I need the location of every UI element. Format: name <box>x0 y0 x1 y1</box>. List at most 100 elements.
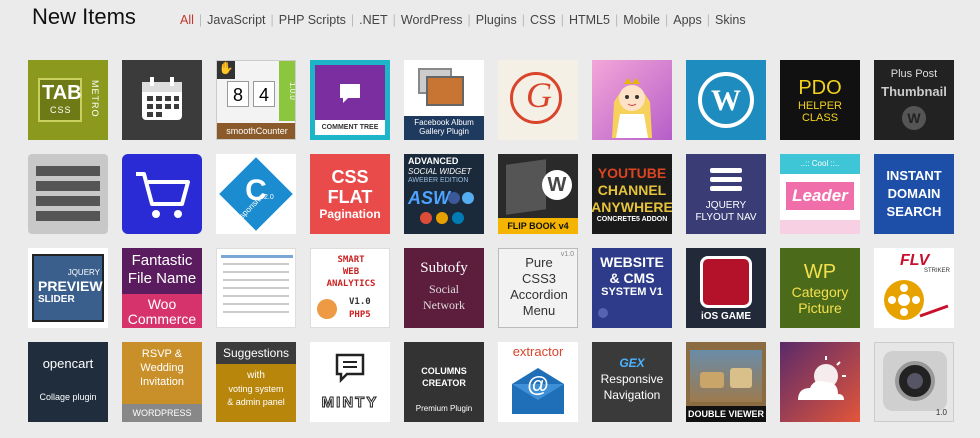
filter-separator: | <box>521 13 525 27</box>
rss-icon <box>436 212 448 224</box>
social-line1: ADVANCED <box>408 156 459 166</box>
item-list-menu[interactable] <box>28 154 108 234</box>
purecss-line1: Pure <box>525 255 553 270</box>
gex-line1: GEX <box>619 356 645 370</box>
g-glyph: G <box>526 75 552 115</box>
filter-javascript[interactable]: JavaScript <box>207 13 265 27</box>
facebook-icon <box>448 192 460 204</box>
filter-separator: | <box>706 13 711 27</box>
tab-label: TAB <box>42 82 82 104</box>
item-website-cms-system[interactable]: WEBSITE & CMS SYSTEM V1 <box>592 248 672 328</box>
item-advanced-social-widget[interactable]: ADVANCED SOCIAL WIDGET AWEBER EDITION AS… <box>404 154 484 234</box>
item-pdo-helper-class[interactable]: PDO HELPER CLASS <box>780 60 860 140</box>
metro-label: METRO <box>90 80 100 118</box>
filter-css[interactable]: CSS <box>530 13 556 27</box>
flyout-line1: JQUERY <box>705 200 747 211</box>
calendar-icon <box>142 77 182 120</box>
item-css-flat-pagination[interactable]: CSS FLAT Pagination <box>310 154 390 234</box>
item-columns-creator[interactable]: COLUMNS CREATOR Premium Plugin <box>404 342 484 422</box>
item-double-viewer[interactable]: DOUBLE VIEWER <box>686 342 766 422</box>
item-shopping-cart[interactable] <box>122 154 202 234</box>
gex-line3: Navigation <box>603 388 661 402</box>
item-youtube-channel-anywhere[interactable]: YOUTUBE CHANNEL ANYWHERE CONCRETE5 ADDON <box>592 154 672 234</box>
item-pure-css3-accordion[interactable]: v1.0 Pure CSS3 Accordion Menu <box>498 248 578 328</box>
item-plus-post-thumbnail[interactable]: Plus Post Thumbnail W <box>874 60 954 140</box>
fb-album-line1: Facebook Album <box>414 118 474 127</box>
flyout-line2: FLYOUT NAV <box>695 212 757 223</box>
at-symbol: @ <box>527 372 549 397</box>
item-gex-responsive-navigation[interactable]: GEX Responsive Navigation <box>592 342 672 422</box>
item-extractor[interactable]: extractor @ <box>498 342 578 422</box>
category-filter-bar: All | JavaScript | PHP Scripts | .NET | WordPres… <box>180 13 746 27</box>
filter-net[interactable]: .NET <box>359 13 387 27</box>
item-flv-striker[interactable]: FLV STRIKER <box>874 248 954 328</box>
pie-chart-icon <box>317 299 337 319</box>
item-jquery-preview-slider[interactable]: JQUERY PREVIEW SLIDER <box>28 248 108 328</box>
instant-line1: INSTANT <box>886 168 942 183</box>
filter-all[interactable]: All <box>180 13 194 27</box>
filter-separator: | <box>198 13 203 27</box>
item-opencart-collage[interactable]: opencart Collage plugin <box>28 342 108 422</box>
item-wordpress[interactable]: W <box>686 60 766 140</box>
item-princess[interactable] <box>592 60 672 140</box>
gex-line2: Responsive <box>600 372 664 386</box>
filter-mobile[interactable]: Mobile <box>623 13 660 27</box>
wpcat-line3: Picture <box>798 299 842 316</box>
item-jquery-flyout-nav[interactable]: JQUERY FLYOUT NAV <box>686 154 766 234</box>
columns-line1: COLUMNS <box>421 366 467 376</box>
filter-wordpress[interactable]: WordPress <box>401 13 463 27</box>
item-smooth-counter[interactable]: ✋ 8 4 1.0.0 smoothCounter <box>216 60 296 140</box>
item-instant-domain-search[interactable]: INSTANT DOMAIN SEARCH <box>874 154 954 234</box>
filter-apps[interactable]: Apps <box>673 13 702 27</box>
filter-separator: | <box>560 13 564 27</box>
gear-icon <box>598 308 608 318</box>
leader-word: Leader <box>786 182 854 210</box>
double-label: DOUBLE VIEWER <box>686 406 766 422</box>
hand-icon: ✋ <box>217 61 235 79</box>
filter-php-scripts[interactable]: PHP Scripts <box>279 13 346 27</box>
youtube-line2: CHANNEL <box>597 182 667 198</box>
item-suggestions-voting[interactable]: Suggestions with voting system & admin p… <box>216 342 296 422</box>
filter-skins[interactable]: Skins <box>715 13 746 27</box>
version-ribbon: 1.0.0 <box>279 61 295 121</box>
item-flip-book[interactable]: W FLIP BOOK v4 <box>498 154 578 234</box>
header: New Items <box>32 4 136 34</box>
purecss-line2: CSS3 <box>522 271 556 286</box>
filter-separator: | <box>270 13 274 27</box>
item-responsive-c[interactable]: C 2.0 responsive <box>216 154 296 234</box>
purecss-line4: Menu <box>522 303 556 318</box>
item-subtofy[interactable]: Subtofy Social Network <box>404 248 484 328</box>
weather-cloud-sun-icon <box>798 356 846 400</box>
item-wp-category-picture[interactable]: WP Category Picture <box>780 248 860 328</box>
cms-line3: SYSTEM V1 <box>601 286 663 298</box>
filter-html5[interactable]: HTML5 <box>569 13 610 27</box>
linkedin-icon <box>452 212 464 224</box>
social-line4: ASW <box>408 188 450 208</box>
suggest-line4: & admin panel <box>227 397 285 407</box>
item-facebook-album-gallery[interactable]: Facebook Album Gallery Plugin <box>404 60 484 140</box>
filter-separator: | <box>392 13 396 27</box>
item-tab-css-metro[interactable]: TAB CSS METRO <box>28 60 108 140</box>
item-minty[interactable]: MINTY <box>310 342 390 422</box>
item-camera[interactable]: 1.0 <box>874 342 954 422</box>
item-calendar[interactable] <box>122 60 202 140</box>
item-cool-leader[interactable]: ..:: Cool ::.. Leader <box>780 154 860 234</box>
rsvp-line2: Wedding <box>140 362 184 374</box>
item-comment-tree[interactable]: COMMENT TREE <box>310 60 390 140</box>
preview-line1: JQUERY <box>67 268 100 277</box>
smartweb-line2: WEB <box>342 267 360 277</box>
item-rsvp-wedding-invitation[interactable]: RSVP & Wedding Invitation WORDPRESS <box>122 342 202 422</box>
preview-line2: PREVIEW <box>38 278 103 294</box>
item-letter-g[interactable]: G <box>498 60 578 140</box>
wordpress-icon: W <box>542 170 572 200</box>
google-plus-icon <box>420 212 432 224</box>
item-table-screenshot[interactable] <box>216 248 296 328</box>
fantastic-line2: File Name <box>127 270 197 287</box>
svg-text:W: W <box>711 84 741 117</box>
item-ios-game[interactable]: iOS GAME <box>686 248 766 328</box>
item-fantastic-file-name[interactable]: Fantastic File Name Woo Commerce <box>122 248 202 328</box>
item-smart-web-analytics[interactable]: SMART WEB ANALYTICS V1.0 PHP5 <box>310 248 390 328</box>
filter-plugins[interactable]: Plugins <box>476 13 517 27</box>
item-weather[interactable] <box>780 342 860 422</box>
suggest-line3: voting system <box>228 384 284 394</box>
